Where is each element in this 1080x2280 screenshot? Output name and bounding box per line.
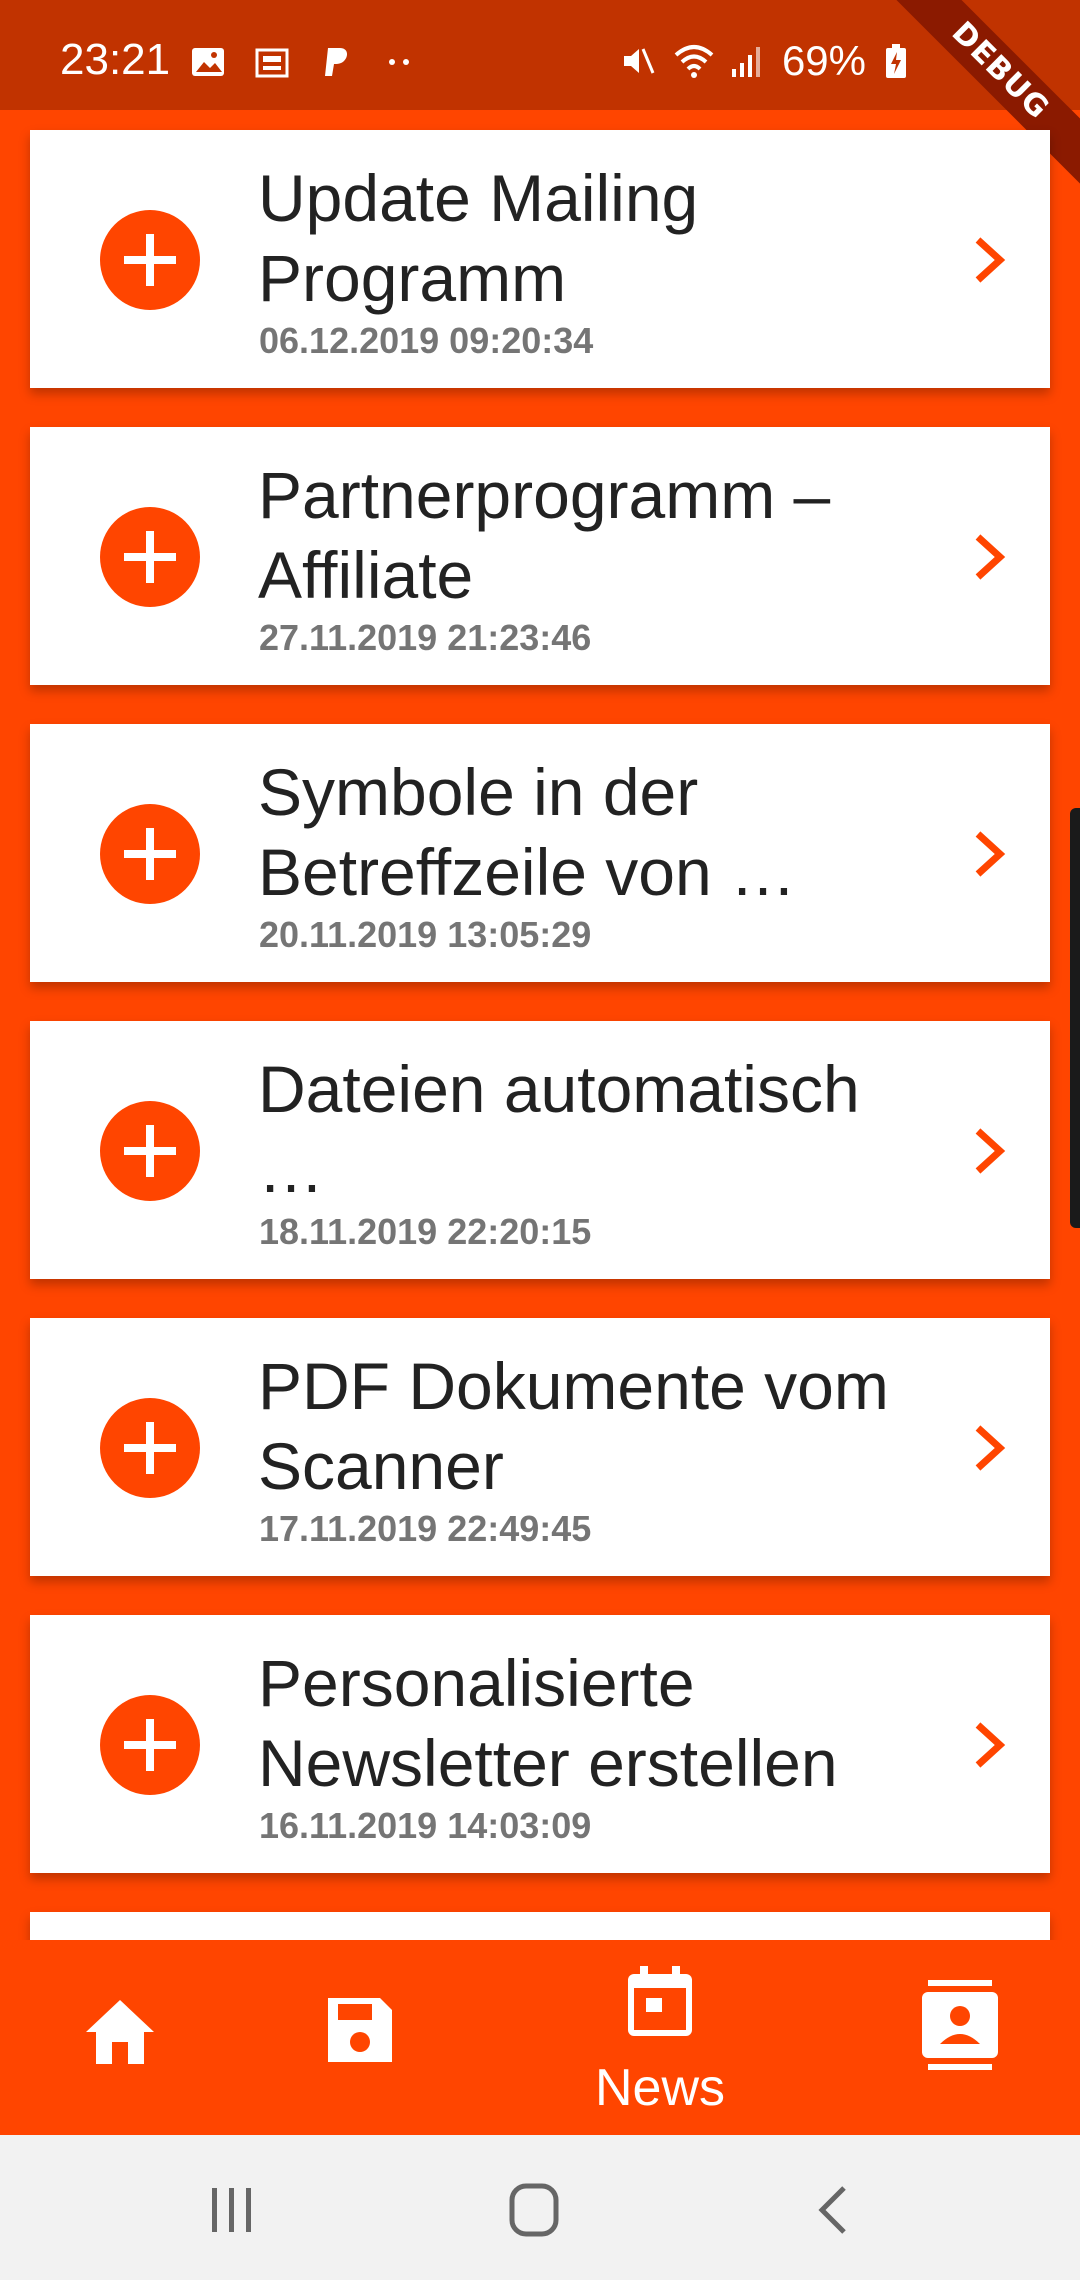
chevron-right-icon[interactable] <box>960 1695 1020 1795</box>
bottom-navigation: News <box>0 1940 1080 2135</box>
battery-charging-icon <box>884 43 920 79</box>
system-navigation-bar <box>0 2135 1080 2280</box>
news-card[interactable]: PDF Dokumente vom Scanner 17.11.2019 22:… <box>30 1318 1050 1576</box>
news-card[interactable]: Dateien automatisch … 18.11.2019 22:20:1… <box>30 1021 1050 1279</box>
system-status-icons: 69% <box>620 40 920 82</box>
news-title: Symbole in der Betreffzeile von … <box>258 755 797 909</box>
news-title: Personalisierte Newsletter erstellen <box>258 1646 838 1800</box>
status-time: 23:21 <box>60 35 171 84</box>
notification-icons <box>190 44 418 80</box>
news-card[interactable]: Personalisierte Newsletter erstellen 16.… <box>30 1615 1050 1873</box>
news-icon <box>254 44 290 80</box>
status-bar: 23:21 69% DEBUG <box>0 0 1080 194</box>
paypal-icon <box>318 44 354 80</box>
more-dots-icon <box>382 44 418 80</box>
recent-apps-icon <box>212 2188 251 2232</box>
calendar-icon <box>628 1966 692 2036</box>
back-button[interactable] <box>786 2180 886 2240</box>
expand-plus-icon[interactable] <box>100 804 200 904</box>
mute-icon <box>620 43 656 79</box>
news-card-partial[interactable] <box>30 1912 1050 1940</box>
news-title: Update Mailing Programm <box>258 161 699 315</box>
gallery-icon <box>190 44 226 80</box>
chevron-right-icon[interactable] <box>960 507 1020 607</box>
nav-contacts[interactable] <box>860 1940 1060 2135</box>
news-date: 16.11.2019 14:03:09 <box>259 1805 592 1846</box>
nav-news-label: News <box>594 2059 726 2117</box>
expand-plus-icon[interactable] <box>100 1398 200 1498</box>
news-date: 27.11.2019 21:23:46 <box>259 617 592 658</box>
news-list[interactable]: Update Mailing Programm 06.12.2019 09:20… <box>0 110 1080 1940</box>
chevron-right-icon[interactable] <box>960 210 1020 310</box>
chevron-right-icon[interactable] <box>960 804 1020 904</box>
news-title: Dateien automatisch … <box>258 1052 860 1206</box>
expand-plus-icon[interactable] <box>100 1101 200 1201</box>
save-icon <box>328 1998 392 2062</box>
home-icon <box>86 2000 154 2064</box>
nav-save[interactable] <box>260 1940 460 2135</box>
expand-plus-icon[interactable] <box>100 507 200 607</box>
news-title: PDF Dokumente vom Scanner <box>258 1349 889 1503</box>
wifi-icon <box>674 43 714 79</box>
expand-plus-icon[interactable] <box>100 1695 200 1795</box>
news-card[interactable]: Partnerprogramm – Affiliate 27.11.2019 2… <box>30 427 1050 685</box>
recent-apps-button[interactable] <box>182 2180 282 2240</box>
expand-plus-icon[interactable] <box>100 210 200 310</box>
nav-home[interactable] <box>20 1940 220 2135</box>
news-card[interactable]: Symbole in der Betreffzeile von … 20.11.… <box>30 724 1050 982</box>
chevron-right-icon[interactable] <box>960 1101 1020 1201</box>
news-date: 06.12.2019 09:20:34 <box>259 320 594 361</box>
battery-percent: 69% <box>781 37 866 84</box>
nav-news[interactable]: News <box>560 1940 760 2135</box>
signal-icon <box>728 43 764 79</box>
contacts-icon <box>922 1980 998 2070</box>
home-circle-icon <box>509 2183 559 2237</box>
chevron-right-icon[interactable] <box>960 1398 1020 1498</box>
news-date: 18.11.2019 22:20:15 <box>259 1211 592 1252</box>
news-title: Partnerprogramm – Affiliate <box>258 458 831 612</box>
back-arrow-icon <box>818 2186 846 2234</box>
scrollbar-handle[interactable] <box>1070 808 1080 1228</box>
news-date: 17.11.2019 22:49:45 <box>259 1508 592 1549</box>
home-system-button[interactable] <box>484 2180 584 2240</box>
news-card[interactable]: Update Mailing Programm 06.12.2019 09:20… <box>30 130 1050 388</box>
news-date: 20.11.2019 13:05:29 <box>259 914 592 955</box>
